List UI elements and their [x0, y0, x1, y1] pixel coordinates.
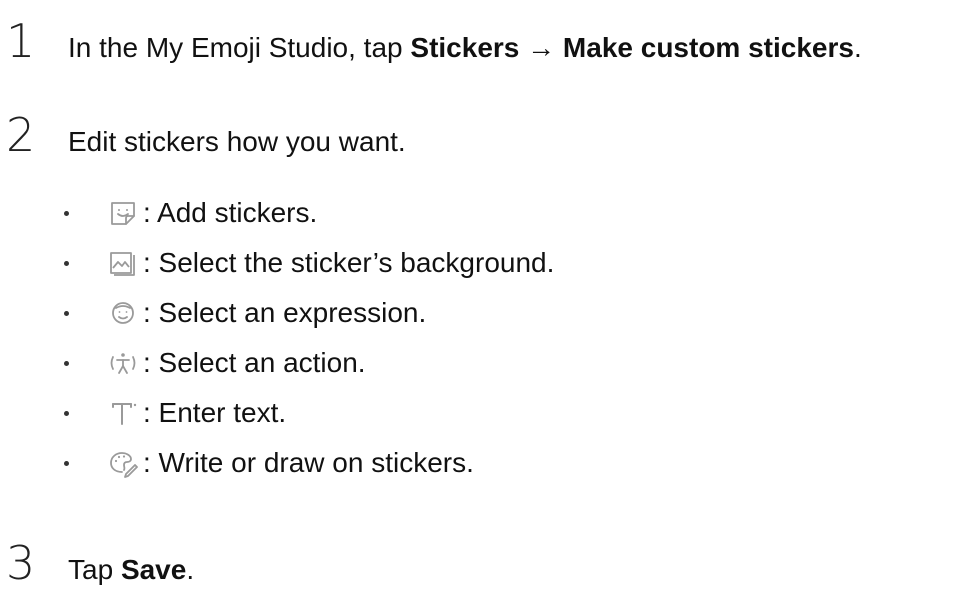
step-number: 2: [6, 108, 35, 162]
list-item: : Enter text.: [64, 388, 554, 438]
bullet-dot: [64, 310, 69, 316]
make-custom-stickers-label: Make custom stickers: [562, 32, 854, 63]
arrow-separator: →: [519, 32, 563, 63]
action-figure-icon: [107, 347, 139, 379]
step-number: 3: [6, 536, 35, 590]
expression-face-icon: [107, 297, 139, 329]
step-3: 3 Tap Save.: [0, 540, 194, 587]
list-item: : Select the sticker’s background.: [64, 238, 554, 288]
draw-palette-icon: [107, 447, 139, 479]
stickers-label: Stickers: [410, 32, 520, 63]
bullet-text: : Enter text.: [143, 397, 287, 429]
step-instruction: Tap Save.: [68, 553, 194, 587]
step-2: 2 Edit stickers how you want.: [0, 112, 406, 159]
bullet-dot: [64, 460, 69, 466]
step-instruction: In the My Emoji Studio, tap Stickers → M…: [68, 31, 862, 65]
step-instruction: Edit stickers how you want.: [68, 126, 406, 157]
add-sticker-icon: [107, 197, 139, 229]
text-icon: [107, 397, 139, 429]
list-item: : Write or draw on stickers.: [64, 438, 554, 488]
option-list: : Add stickers. : Select the sticker’s b…: [64, 188, 554, 488]
bullet-dot: [64, 260, 69, 266]
step-text-prefix: In the My Emoji Studio, tap: [68, 32, 411, 63]
step-text-prefix: Tap: [68, 554, 121, 585]
bullet-dot: [64, 410, 69, 416]
step-text-suffix: .: [853, 32, 862, 63]
list-item: : Select an action.: [64, 338, 554, 388]
bullet-dot: [64, 360, 69, 366]
list-item: : Add stickers.: [64, 188, 554, 238]
bullet-text: : Add stickers.: [143, 197, 318, 229]
list-item: : Select an expression.: [64, 288, 554, 338]
bullet-text: : Write or draw on stickers.: [143, 447, 474, 479]
step-number: 1: [6, 14, 35, 68]
bullet-dot: [64, 210, 69, 216]
step-text-suffix: .: [186, 554, 195, 585]
bullet-text: : Select the sticker’s background.: [143, 247, 555, 279]
background-image-icon: [107, 247, 139, 279]
save-label: Save: [120, 554, 187, 585]
bullet-text: : Select an action.: [143, 347, 366, 379]
step-1: 1 In the My Emoji Studio, tap Stickers →…: [0, 18, 862, 65]
bullet-text: : Select an expression.: [143, 297, 427, 329]
